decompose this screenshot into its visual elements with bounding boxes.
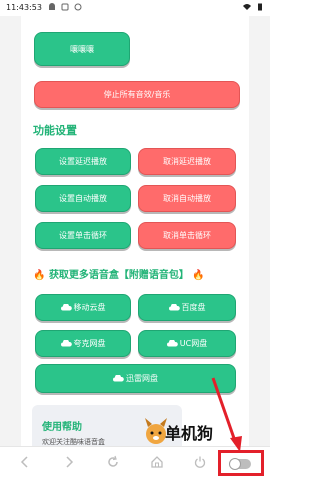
mobile-cloud-label: 移动云盘 (73, 303, 106, 312)
baidu-cloud-button[interactable]: 百度盘 (138, 294, 236, 321)
notification-icon (61, 3, 69, 11)
cancel-auto-button[interactable]: 取消自动播放 (138, 185, 236, 212)
settings-section-title: 功能设置 (33, 124, 77, 137)
cloud-icon (60, 304, 72, 311)
promo-title-text: 获取更多语音盒【附赠语音包】 (48, 270, 189, 281)
cloud-icon (166, 340, 178, 347)
uc-cloud-label: UC网盘 (179, 339, 208, 348)
baidu-cloud-label: 百度盘 (181, 303, 206, 312)
uc-cloud-button[interactable]: UC网盘 (138, 330, 236, 357)
rara-button[interactable]: 嚷嚷嚷 (34, 32, 130, 66)
status-icons-left (48, 3, 82, 11)
fire-icon: 🔥 (33, 270, 46, 281)
watermark-text: 单机狗 (165, 424, 214, 443)
android-icon (49, 3, 55, 10)
cancel-loop-button[interactable]: 取消单击循环 (138, 222, 236, 249)
quark-cloud-button[interactable]: 夸克网盘 (35, 330, 131, 357)
xunlei-cloud-label: 迅雷网盘 (126, 374, 158, 383)
help-title: 使用帮助 (42, 422, 82, 433)
status-time: 11:43:53 (6, 3, 42, 12)
cloud-icon (60, 340, 72, 347)
cancel-delay-button[interactable]: 取消延迟播放 (138, 148, 236, 175)
back-icon[interactable] (18, 455, 32, 469)
set-auto-button[interactable]: 设置自动播放 (35, 185, 131, 212)
mobile-cloud-button[interactable]: 移动云盘 (35, 294, 131, 321)
night-mode-toggle[interactable] (229, 458, 251, 470)
cloud-icon (168, 304, 180, 311)
set-loop-button[interactable]: 设置单击循环 (35, 222, 131, 249)
set-delay-button[interactable]: 设置延迟播放 (35, 148, 131, 175)
power-icon[interactable] (193, 455, 207, 469)
forward-icon[interactable] (62, 455, 76, 469)
refresh-icon[interactable] (106, 455, 120, 469)
sync-icon (74, 3, 82, 11)
promo-section-title: 🔥 获取更多语音盒【附赠语音包】 🔥 (33, 266, 205, 281)
status-bar: 11:43:53 (0, 0, 270, 16)
toggle-knob (229, 458, 241, 470)
stop-all-audio-button[interactable]: 停止所有音效/音乐 (34, 81, 240, 108)
cloud-icon (113, 375, 124, 382)
wifi-icon (243, 4, 251, 10)
quark-cloud-label: 夸克网盘 (73, 339, 106, 348)
fire-icon: 🔥 (192, 270, 205, 281)
home-icon[interactable] (150, 455, 164, 469)
xunlei-cloud-button[interactable]: 迅雷网盘 (35, 364, 236, 393)
status-icons-right (243, 3, 264, 11)
battery-icon (258, 3, 262, 11)
